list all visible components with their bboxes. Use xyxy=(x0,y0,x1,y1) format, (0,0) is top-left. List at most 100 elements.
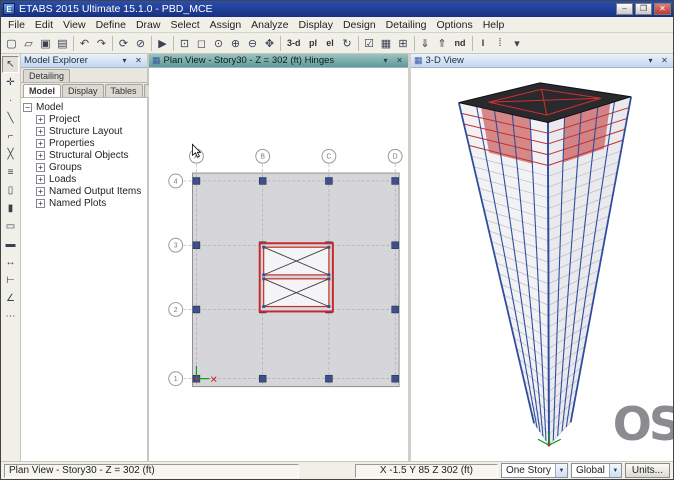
expand-icon[interactable]: + xyxy=(36,150,45,160)
coordinate-system-selector[interactable]: Global ▼ xyxy=(570,463,622,478)
grid-visibility-icon[interactable]: ▦ xyxy=(378,35,395,52)
toolbar-dropdown-icon[interactable]: ▾ xyxy=(509,35,526,52)
run-analysis-icon[interactable]: ▶ xyxy=(154,35,171,52)
tab-display[interactable]: Display xyxy=(62,84,104,97)
expand-icon[interactable]: + xyxy=(36,174,45,184)
draw-wall-icon[interactable]: ▯ xyxy=(2,182,19,199)
draw-frame-icon[interactable]: ╲ xyxy=(2,110,19,127)
zoom-previous-icon[interactable]: ⊙ xyxy=(210,35,227,52)
chevron-down-icon[interactable]: ▼ xyxy=(554,464,567,477)
titlebar[interactable]: E ETABS 2015 Ultimate 15.1.0 - PBD_MCE –… xyxy=(1,1,673,17)
plan-drawing[interactable]: A B C D 4 3 2 1 xyxy=(149,68,408,461)
expand-icon[interactable]: + xyxy=(36,138,45,148)
measure-icon[interactable]: ∠ xyxy=(2,290,19,307)
expand-icon[interactable]: + xyxy=(36,162,45,172)
lock-model-icon[interactable]: ⊘ xyxy=(132,35,149,52)
quick-draw-braces-icon[interactable]: ╳ xyxy=(2,146,19,163)
menu-assign[interactable]: Assign xyxy=(205,18,247,32)
menu-options[interactable]: Options xyxy=(432,18,478,32)
elevation-view-button[interactable]: el xyxy=(322,35,339,52)
tree-item-model[interactable]: − Model xyxy=(23,101,147,113)
collapse-icon[interactable]: − xyxy=(23,102,32,112)
expand-icon[interactable]: + xyxy=(36,114,45,124)
story-selector[interactable]: One Story ▼ xyxy=(500,463,568,478)
panel-menu-icon[interactable]: ▾ xyxy=(380,56,391,65)
redo-icon[interactable]: ↷ xyxy=(93,35,110,52)
view3d-header[interactable]: ▦ 3-D View ▾ ✕ xyxy=(411,54,673,68)
select-pointer-icon[interactable]: ↖ xyxy=(2,56,19,73)
open-file-icon[interactable]: ▱ xyxy=(20,35,37,52)
tree-item-structural-objects[interactable]: + Structural Objects xyxy=(23,149,147,161)
menu-analyze[interactable]: Analyze xyxy=(246,18,293,32)
menu-select[interactable]: Select xyxy=(165,18,204,32)
panel-menu-icon[interactable]: ▾ xyxy=(645,56,656,65)
menu-design[interactable]: Design xyxy=(338,18,381,32)
move-up-story-icon[interactable]: ⇑ xyxy=(434,35,451,52)
view-3d-button[interactable]: 3-d xyxy=(283,35,305,52)
chevron-down-icon[interactable]: ▼ xyxy=(608,464,621,477)
new-model-icon[interactable]: ▢ xyxy=(3,35,20,52)
expand-icon[interactable]: + xyxy=(36,186,45,196)
panel-menu-icon[interactable]: ▾ xyxy=(119,56,130,65)
view3d-canvas[interactable]: OS xyxy=(411,68,673,461)
rotate-view-icon[interactable]: ↻ xyxy=(339,35,356,52)
units-button[interactable]: Units... xyxy=(624,463,670,478)
minimize-button[interactable]: – xyxy=(616,3,633,15)
draw-link-icon[interactable]: ↔ xyxy=(2,254,19,271)
expand-icon[interactable]: + xyxy=(36,126,45,136)
quick-draw-wall-icon[interactable]: ▮ xyxy=(2,200,19,217)
tower-drawing[interactable] xyxy=(411,68,673,461)
tree-item-named-plots[interactable]: + Named Plots xyxy=(23,197,147,209)
quick-draw-frame-icon[interactable]: ⌐ xyxy=(2,128,19,145)
plan-view-header[interactable]: ▦ Plan View - Story30 - Z = 302 (ft) Hin… xyxy=(149,54,408,68)
panel-close-icon[interactable]: ✕ xyxy=(133,56,144,65)
tab-model[interactable]: Model xyxy=(23,84,61,97)
draw-dimension-icon[interactable]: ⊢ xyxy=(2,272,19,289)
tab-detailing[interactable]: Detailing xyxy=(23,69,71,82)
tree-item-named-output-items[interactable]: + Named Output Items xyxy=(23,185,147,197)
menu-detailing[interactable]: Detailing xyxy=(381,18,432,32)
menu-edit[interactable]: Edit xyxy=(30,18,58,32)
save-icon[interactable]: ▣ xyxy=(37,35,54,52)
tree-item-properties[interactable]: + Properties xyxy=(23,137,147,149)
zoom-window-icon[interactable]: ⊡ xyxy=(176,35,193,52)
menu-view[interactable]: View xyxy=(58,18,91,32)
draw-joint-icon[interactable]: ∙ xyxy=(2,92,19,109)
menu-help[interactable]: Help xyxy=(478,18,510,32)
i-beam-section-icon[interactable]: I xyxy=(475,35,492,52)
model-explorer-header[interactable]: Model Explorer ▾ ✕ xyxy=(21,54,147,68)
plan-view-button[interactable]: pl xyxy=(305,35,322,52)
more-dots-icon[interactable]: ⁞ xyxy=(492,35,509,52)
pan-icon[interactable]: ✥ xyxy=(261,35,278,52)
panel-close-icon[interactable]: ✕ xyxy=(394,56,405,65)
zoom-out-icon[interactable]: ⊖ xyxy=(244,35,261,52)
expand-icon[interactable]: + xyxy=(36,198,45,208)
tab-tables[interactable]: Tables xyxy=(104,84,143,97)
undo-icon[interactable]: ↶ xyxy=(76,35,93,52)
more-draw-tools-icon[interactable]: ⋯ xyxy=(2,308,19,325)
move-down-story-icon[interactable]: ⇓ xyxy=(417,35,434,52)
refresh-window-icon[interactable]: ⟳ xyxy=(115,35,132,52)
plan-view-canvas[interactable]: A B C D 4 3 2 1 xyxy=(149,68,408,461)
draw-floor-icon[interactable]: ▭ xyxy=(2,218,19,235)
tree-item-groups[interactable]: + Groups xyxy=(23,161,147,173)
tree-item-project[interactable]: + Project xyxy=(23,113,147,125)
core-walls[interactable] xyxy=(258,242,334,313)
quick-draw-secondary-beams-icon[interactable]: ≡ xyxy=(2,164,19,181)
nd-display-button[interactable]: nd xyxy=(451,35,470,52)
quick-draw-floor-icon[interactable]: ▬ xyxy=(2,236,19,253)
assign-frame-icon[interactable]: ⊞ xyxy=(395,35,412,52)
zoom-in-icon[interactable]: ⊕ xyxy=(227,35,244,52)
reshape-object-icon[interactable]: ✛ xyxy=(2,74,19,91)
print-icon[interactable]: ▤ xyxy=(54,35,71,52)
zoom-full-icon[interactable]: ◻ xyxy=(193,35,210,52)
tree-item-structure-layout[interactable]: + Structure Layout xyxy=(23,125,147,137)
menu-display[interactable]: Display xyxy=(294,18,338,32)
maximize-button[interactable]: ❐ xyxy=(635,3,652,15)
display-options-icon[interactable]: ☑ xyxy=(361,35,378,52)
menu-draw[interactable]: Draw xyxy=(131,18,166,32)
panel-close-icon[interactable]: ✕ xyxy=(659,56,670,65)
menu-file[interactable]: File xyxy=(3,18,30,32)
menu-define[interactable]: Define xyxy=(91,18,131,32)
close-button[interactable]: ✕ xyxy=(654,3,671,15)
